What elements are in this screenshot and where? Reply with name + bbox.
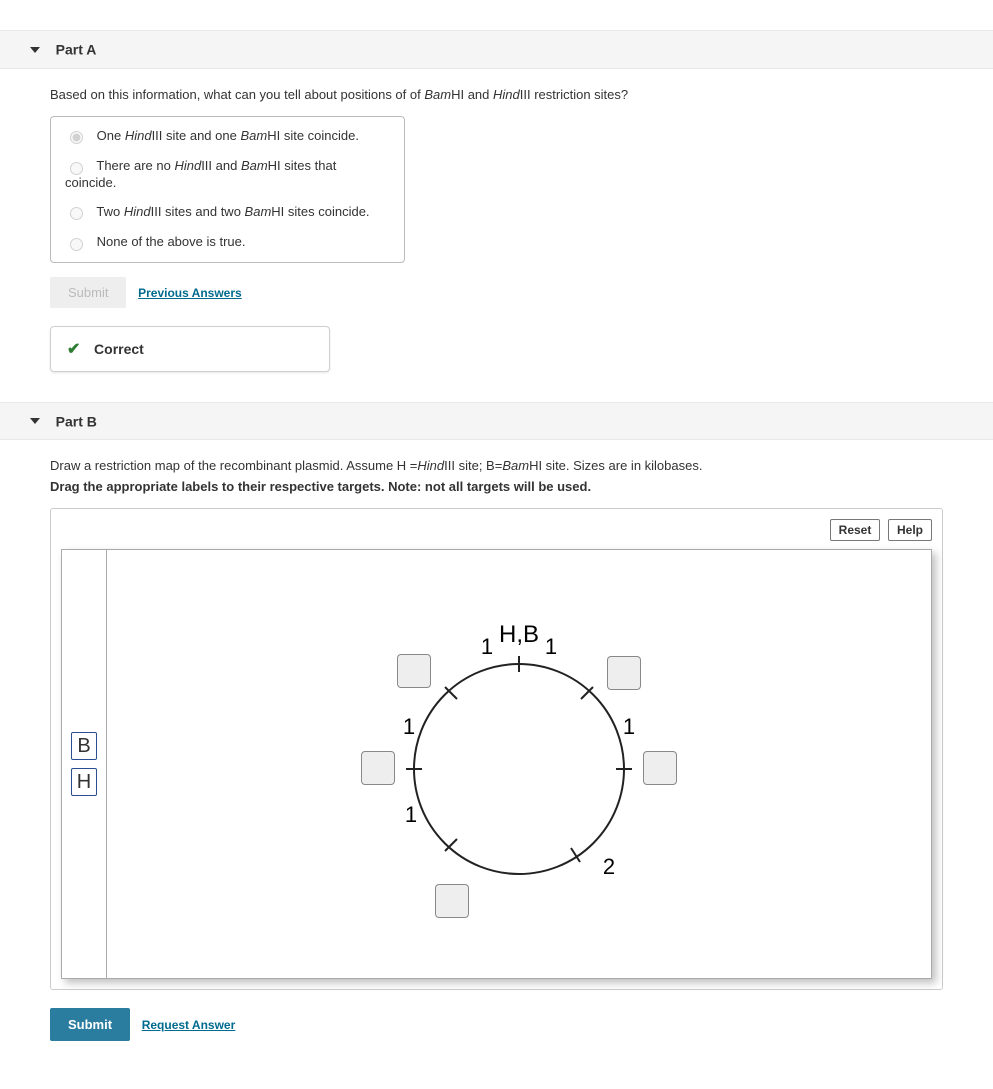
option-2-radio[interactable] [70, 162, 83, 175]
drop-target-s[interactable] [435, 884, 469, 918]
label-palette: B H [62, 550, 107, 978]
opt1-t3: HI site coincide. [267, 128, 359, 143]
palette-label-b[interactable]: B [71, 732, 97, 760]
opt4-text: None of the above is true. [97, 234, 246, 249]
drag-canvas: B H [61, 549, 932, 979]
part-a-title: Part A [56, 42, 97, 58]
q-text: Based on this information, what can you … [50, 87, 424, 102]
part-a-question: Based on this information, what can you … [50, 87, 943, 102]
instr-t2: III site; B= [444, 458, 502, 473]
option-4-radio[interactable] [70, 238, 83, 251]
opt3-t1: Two [96, 204, 123, 219]
label-1d: 1 [623, 714, 635, 739]
label-2: 2 [603, 854, 615, 879]
check-icon: ✔ [67, 339, 80, 359]
label-1c: 1 [403, 714, 415, 739]
label-1b: 1 [545, 634, 557, 659]
part-b-body: Draw a restriction map of the recombinan… [0, 440, 993, 1089]
q-hind-italic: Hind [493, 87, 520, 102]
q-bam-italic: Bam [424, 87, 451, 102]
help-button[interactable]: Help [888, 519, 932, 541]
reset-button[interactable]: Reset [830, 519, 881, 541]
submit-button-disabled: Submit [50, 277, 126, 308]
drop-target-nw[interactable] [397, 654, 431, 688]
opt3-i1: Hind [124, 204, 151, 219]
part-a-body: Based on this information, what can you … [0, 69, 993, 402]
option-1[interactable]: One HindIII site and one BamHI site coin… [51, 121, 404, 152]
opt2-t1: There are no [96, 158, 174, 173]
opt1-t2: III site and one [152, 128, 241, 143]
part-b-instruction-2: Drag the appropriate labels to their res… [50, 479, 943, 494]
option-4[interactable]: None of the above is true. [51, 227, 404, 258]
opt1-i2: Bam [240, 128, 267, 143]
chevron-down-icon [30, 418, 40, 424]
previous-answers-link[interactable]: Previous Answers [138, 286, 242, 300]
q-text3: III restriction sites? [520, 87, 628, 102]
opt3-t2: III sites and two [151, 204, 245, 219]
instr-t3: HI site. Sizes are in kilobases. [529, 458, 702, 473]
opt3-i2: Bam [245, 204, 272, 219]
option-1-radio[interactable] [70, 131, 83, 144]
submit-button[interactable]: Submit [50, 1008, 130, 1041]
drop-target-ne[interactable] [607, 656, 641, 690]
correct-feedback: ✔ Correct [50, 326, 330, 372]
part-b-title: Part B [56, 413, 97, 429]
label-1a: 1 [481, 634, 493, 659]
chevron-down-icon [30, 47, 40, 53]
part-a-header[interactable]: Part A [0, 30, 993, 69]
option-2[interactable]: There are no HindIII and BamHI sites tha… [51, 151, 404, 197]
part-b-header[interactable]: Part B [0, 402, 993, 441]
q-text2: HI and [451, 87, 493, 102]
opt1-t1: One [97, 128, 125, 143]
drop-target-w[interactable] [361, 751, 395, 785]
opt3-t3: HI sites coincide. [271, 204, 369, 219]
plasmid-diagram: H,B 1 1 1 1 1 2 [349, 594, 689, 934]
correct-text: Correct [94, 341, 144, 357]
opt2-i1: Hind [174, 158, 201, 173]
label-1e: 1 [405, 802, 417, 827]
options-group: One HindIII site and one BamHI site coin… [50, 116, 405, 263]
option-3[interactable]: Two HindIII sites and two BamHI sites co… [51, 197, 404, 228]
part-b-instruction: Draw a restriction map of the recombinan… [50, 458, 943, 473]
option-3-radio[interactable] [70, 207, 83, 220]
instr-t1: Draw a restriction map of the recombinan… [50, 458, 417, 473]
plasmid-area: H,B 1 1 1 1 1 2 [107, 550, 931, 978]
opt2-t2: III and [201, 158, 241, 173]
instr-i1: Hind [417, 458, 444, 473]
opt1-i1: Hind [125, 128, 152, 143]
label-hb: H,B [499, 621, 539, 648]
opt2-i2: Bam [241, 158, 268, 173]
palette-label-h[interactable]: H [71, 768, 97, 796]
instr-i2: Bam [502, 458, 529, 473]
drag-canvas-wrap: Reset Help B H [50, 508, 943, 990]
request-answer-link[interactable]: Request Answer [142, 1018, 236, 1032]
drop-target-e[interactable] [643, 751, 677, 785]
